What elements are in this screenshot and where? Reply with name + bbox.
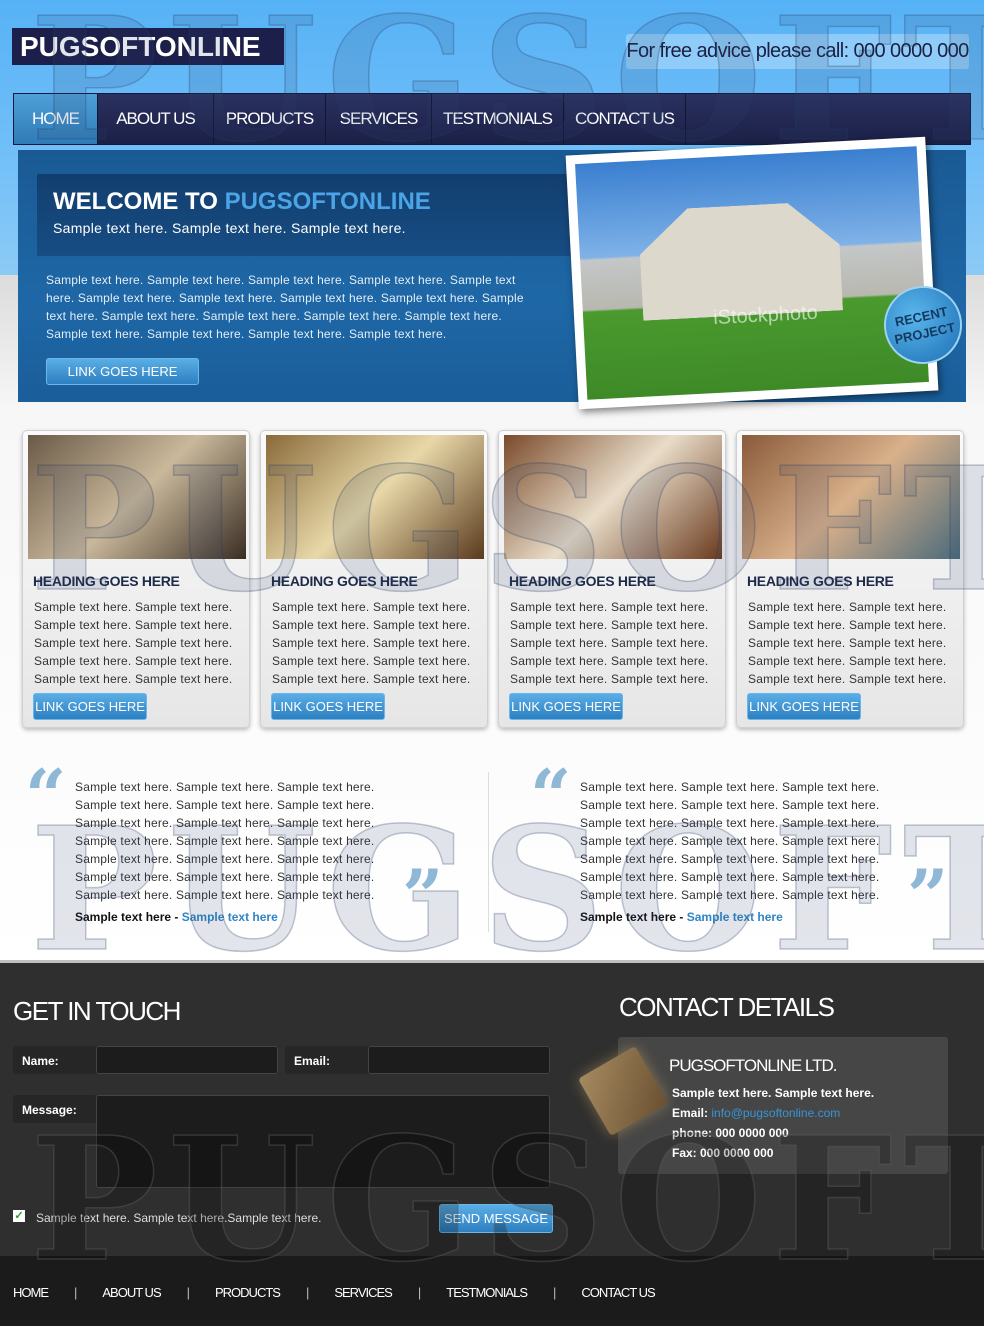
card-text: Sample text here. Sample text here. Samp… [272, 600, 471, 686]
main-nav: HOME ABOUT US PRODUCTS SERVICES TESTMONI… [13, 93, 971, 145]
feature-card: HEADING GOES HERE Sample text here. Samp… [498, 430, 726, 728]
hero-subtitle: Sample text here. Sample text here. Samp… [53, 220, 406, 236]
card-heading: HEADING GOES HERE [271, 573, 418, 589]
logo[interactable]: PUGSOFTONLINE [12, 28, 284, 65]
testimonial-signature: Sample text here - Sample text here [580, 910, 783, 924]
card-heading: HEADING GOES HERE [509, 573, 656, 589]
card-image [28, 435, 246, 559]
footer-nav: HOME | ABOUT US | PRODUCTS | SERVICES | TEST… [13, 1285, 656, 1300]
card-image [266, 435, 484, 559]
footer-link-about-us[interactable]: ABOUT US [102, 1285, 161, 1300]
hero-text: Sample text here. Sample text here. Samp… [46, 273, 524, 341]
footer-link-home[interactable]: HOME [13, 1285, 49, 1300]
close-quote-icon: ” [907, 853, 949, 938]
contact-line: Sample text here. Sample text here. [672, 1086, 875, 1100]
hero-heading-box: WELCOME TO PUGSOFTONLINE Sample text her… [37, 174, 577, 256]
email-link[interactable]: info@pugsoftonline.com [711, 1106, 840, 1120]
card-link-button[interactable]: LINK GOES HERE [271, 693, 385, 720]
send-message-button[interactable]: SEND MESSAGE [439, 1204, 553, 1233]
agree-checkbox[interactable]: ✓ [13, 1210, 25, 1222]
close-quote-icon: ” [402, 853, 444, 938]
message-label: Message: [13, 1095, 97, 1123]
get-in-touch-title: GET IN TOUCH [13, 996, 181, 1026]
card-text: Sample text here. Sample text here. Samp… [510, 600, 709, 686]
footer-link-testmonials[interactable]: TESTMONIALS [446, 1285, 528, 1300]
feature-card: HEADING GOES HERE Sample text here. Samp… [736, 430, 964, 728]
nav-testmonials[interactable]: TESTMONIALS [432, 94, 564, 144]
house-image: iStockphoto [575, 146, 929, 400]
checkbox-label: Sample text here. Sample text here.Sampl… [36, 1211, 322, 1225]
open-quote-icon: “ [530, 753, 572, 838]
phone-banner: For free advice please call: 000 0000 00… [626, 34, 969, 69]
card-text: Sample text here. Sample text here. Samp… [34, 600, 233, 686]
card-link-button[interactable]: LINK GOES HERE [33, 693, 147, 720]
nav-about-us[interactable]: ABOUT US [98, 94, 214, 144]
card-heading: HEADING GOES HERE [747, 573, 894, 589]
nav-contact-us[interactable]: CONTACT US [564, 94, 686, 144]
testimonial-text: Sample text here. Sample text here. Samp… [580, 780, 880, 902]
card-image [504, 435, 722, 559]
card-image [742, 435, 960, 559]
nav-products[interactable]: PRODUCTS [214, 94, 326, 144]
open-quote-icon: “ [25, 753, 67, 838]
footer-link-services[interactable]: SERVICES [334, 1285, 393, 1300]
card-link-button[interactable]: LINK GOES HERE [509, 693, 623, 720]
card-text: Sample text here. Sample text here. Samp… [748, 600, 947, 686]
feature-card: HEADING GOES HERE Sample text here. Samp… [260, 430, 488, 728]
contact-email: Email: info@pugsoftonline.com [672, 1106, 841, 1120]
hero-title: WELCOME TO PUGSOFTONLINE [53, 188, 431, 215]
message-textarea[interactable] [96, 1095, 550, 1188]
email-input[interactable] [368, 1046, 550, 1074]
footer-link-products[interactable]: PRODUCTS [215, 1285, 281, 1300]
card-heading: HEADING GOES HERE [33, 573, 180, 589]
nav-home[interactable]: HOME [14, 94, 98, 144]
contact-phone: phone: 000 0000 000 [672, 1126, 789, 1140]
divider [488, 772, 489, 932]
nav-services[interactable]: SERVICES [326, 94, 432, 144]
recent-project-photo[interactable]: iStockphoto [565, 136, 939, 410]
feature-card: HEADING GOES HERE Sample text here. Samp… [22, 430, 250, 728]
card-link-button[interactable]: LINK GOES HERE [747, 693, 861, 720]
hero-link-button[interactable]: LINK GOES HERE [46, 358, 199, 385]
company-name: PUGSOFTONLINE LTD. [669, 1056, 837, 1075]
testimonial-text: Sample text here. Sample text here. Samp… [75, 780, 375, 902]
contact-fax: Fax: 000 0000 000 [672, 1146, 774, 1160]
name-input[interactable] [96, 1046, 278, 1074]
contact-details-title: CONTACT DETAILS [619, 992, 835, 1022]
testimonial-signature: Sample text here - Sample text here [75, 910, 278, 924]
footer-link-contact-us[interactable]: CONTACT US [581, 1285, 655, 1300]
